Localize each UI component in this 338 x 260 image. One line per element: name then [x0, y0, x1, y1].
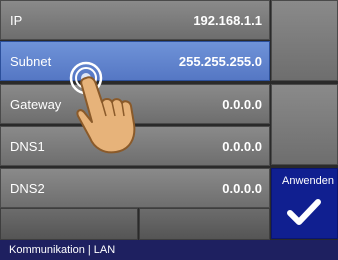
- ip-label: IP: [10, 12, 23, 28]
- apply-button[interactable]: Anwenden: [271, 168, 338, 239]
- gateway-value: 0.0.0.0: [222, 96, 262, 112]
- gateway-label: Gateway: [10, 96, 62, 112]
- ip-field[interactable]: IP 192.168.1.1: [0, 0, 270, 40]
- bottom-button-left[interactable]: [0, 208, 138, 240]
- dns2-field[interactable]: DNS2 0.0.0.0: [0, 168, 270, 208]
- ip-value: 192.168.1.1: [193, 12, 262, 28]
- dns2-value: 0.0.0.0: [222, 180, 262, 196]
- gateway-field[interactable]: Gateway 0.0.0.0: [0, 84, 270, 124]
- subnet-value: 255.255.255.0: [178, 53, 262, 69]
- apply-label: Anwenden: [282, 175, 334, 187]
- dns1-label: DNS1: [10, 138, 45, 154]
- status-bar: Kommunikation | LAN: [0, 240, 338, 260]
- checkmark-icon: [287, 199, 321, 225]
- dns1-field[interactable]: DNS1 0.0.0.0: [0, 126, 270, 166]
- dns1-value: 0.0.0.0: [222, 138, 262, 154]
- side-panel-top: [271, 0, 338, 81]
- side-panel-middle: [271, 84, 338, 165]
- subnet-field[interactable]: Subnet 255.255.255.0: [0, 41, 270, 81]
- dns2-label: DNS2: [10, 180, 45, 196]
- subnet-label: Subnet: [10, 53, 52, 69]
- bottom-button-right[interactable]: [139, 208, 270, 240]
